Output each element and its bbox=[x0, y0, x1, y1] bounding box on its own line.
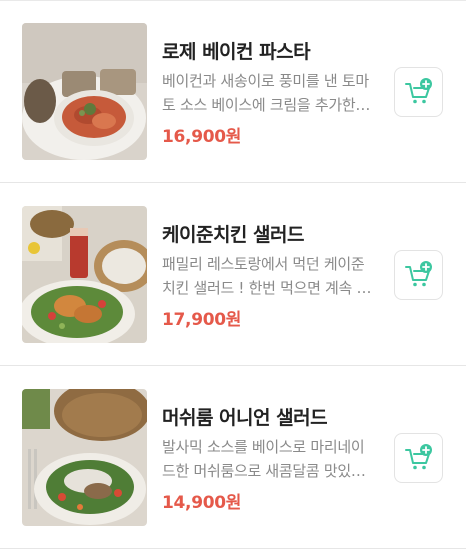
menu-item[interactable]: 케이준치킨 샐러드 패밀리 레스토랑에서 먹던 케이준치킨 샐러드 ! 한번 먹… bbox=[0, 184, 466, 366]
menu-item-description: 베이컨과 새송이로 풍미를 낸 토마토 소스 베이스에 크림을 추가한 로제 파… bbox=[162, 72, 369, 114]
add-to-cart-icon bbox=[404, 78, 432, 104]
menu-item-image[interactable] bbox=[22, 389, 147, 526]
add-to-cart-icon bbox=[404, 444, 432, 470]
menu-item-description: 발사믹 소스를 베이스로 마리네이드한 머쉬룸으로 새콤달콤 맛있는 샐러드 bbox=[162, 438, 365, 480]
add-to-cart-button[interactable] bbox=[394, 67, 443, 117]
menu-item-image[interactable] bbox=[22, 23, 147, 160]
cajun-chicken-salad-photo bbox=[22, 206, 147, 343]
menu-item-price: 14,900원 bbox=[162, 493, 242, 513]
menu-item-price: 16,900원 bbox=[162, 127, 242, 147]
menu-item-image[interactable] bbox=[22, 206, 147, 343]
menu-item-name[interactable]: 로제 베이컨 파스타 bbox=[162, 37, 311, 64]
menu-item[interactable]: 로제 베이컨 파스타 베이컨과 새송이로 풍미를 낸 토마토 소스 베이스에 크… bbox=[0, 1, 466, 183]
menu-item-description: 패밀리 레스토랑에서 먹던 케이준치킨 샐러드 ! 한번 먹으면 계속 생각나는… bbox=[162, 255, 371, 297]
add-to-cart-icon bbox=[404, 261, 432, 287]
rose-bacon-pasta-photo bbox=[22, 23, 147, 160]
menu-item-name[interactable]: 케이준치킨 샐러드 bbox=[162, 220, 304, 247]
mushroom-onion-salad-photo bbox=[22, 389, 147, 526]
menu-item-name[interactable]: 머쉬룸 어니언 샐러드 bbox=[162, 403, 328, 430]
add-to-cart-button[interactable] bbox=[394, 250, 443, 300]
menu-list: 로제 베이컨 파스타 베이컨과 새송이로 풍미를 낸 토마토 소스 베이스에 크… bbox=[0, 0, 466, 550]
menu-item-price: 17,900원 bbox=[162, 310, 242, 330]
menu-item[interactable]: 머쉬룸 어니언 샐러드 발사믹 소스를 베이스로 마리네이드한 머쉬룸으로 새콤… bbox=[0, 367, 466, 549]
add-to-cart-button[interactable] bbox=[394, 433, 443, 483]
